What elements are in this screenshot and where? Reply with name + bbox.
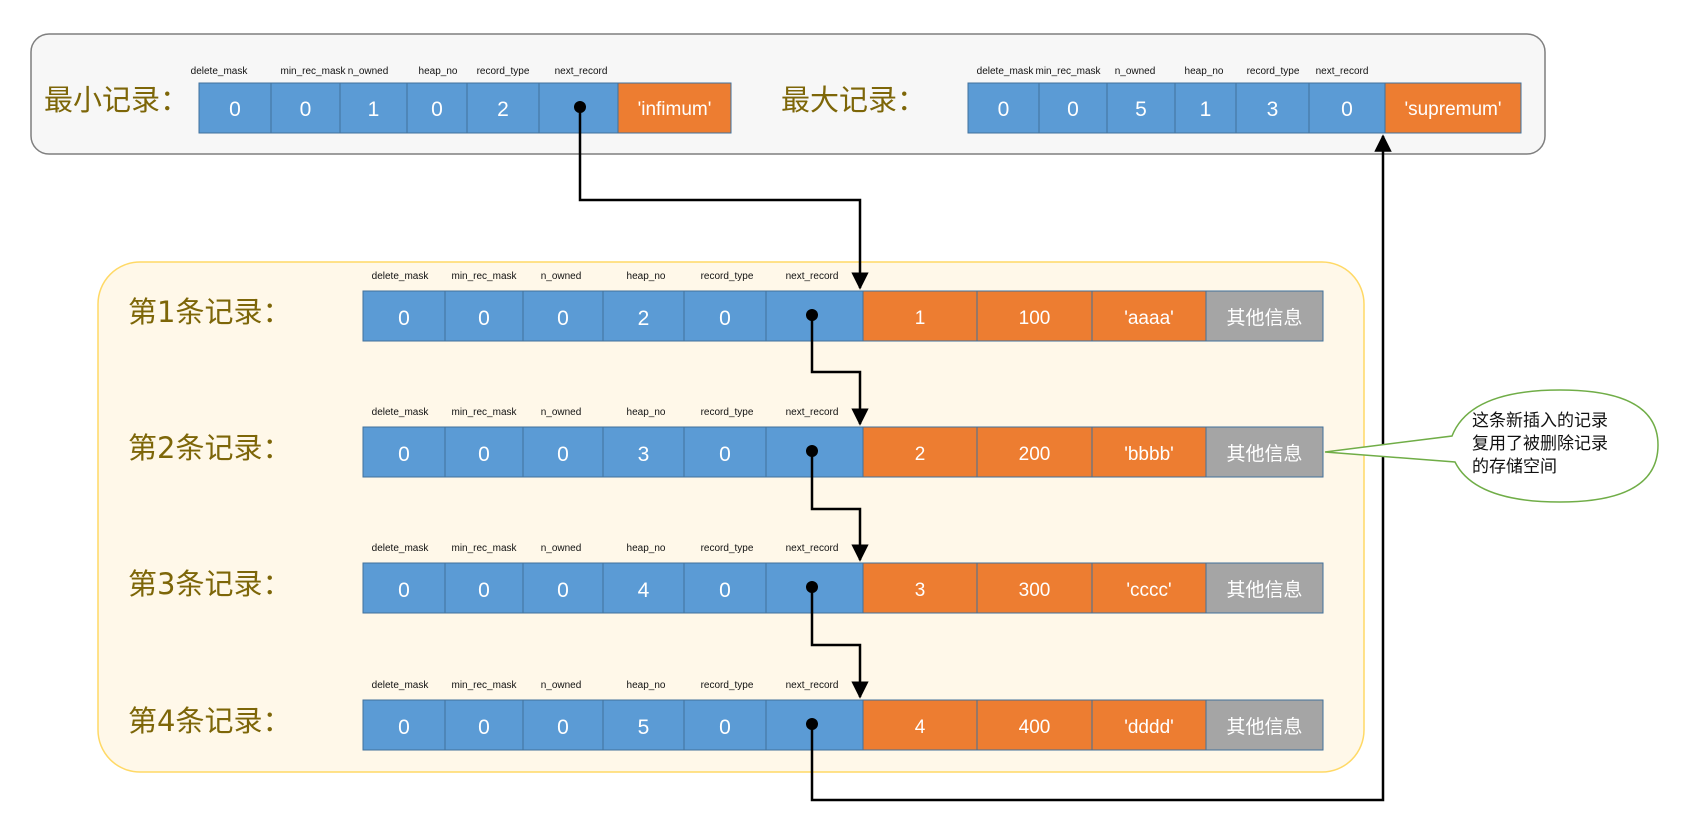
- record-header-next_record: next_record: [786, 543, 839, 554]
- record-header-record_type: record_type: [701, 271, 754, 282]
- record-header-value: 0: [478, 307, 490, 330]
- record-label: 第3条记录：: [128, 567, 291, 601]
- max-header-heap_no: heap_no: [1185, 66, 1224, 77]
- record-header-min_rec_mask: min_rec_mask: [451, 271, 517, 282]
- record-header-heap_no: heap_no: [627, 407, 666, 418]
- record-header-value: 0: [398, 307, 410, 330]
- record-header-min_rec_mask: min_rec_mask: [451, 680, 517, 691]
- max-header-value: 5: [1135, 98, 1147, 121]
- min-header-min_rec_mask: min_rec_mask: [280, 66, 346, 77]
- min-header-record_type: record_type: [477, 66, 530, 77]
- record-data-value: 100: [1019, 308, 1051, 329]
- min-header-value: 2: [497, 98, 509, 121]
- record-header-delete_mask: delete_mask: [372, 543, 430, 554]
- record-header-next_record: next_record: [786, 407, 839, 418]
- max-data-value: 'supremum': [1404, 99, 1501, 120]
- min-data-value: 'infimum': [638, 99, 712, 120]
- record-header-value: 0: [398, 443, 410, 466]
- record-header-min_rec_mask: min_rec_mask: [451, 407, 517, 418]
- max-header-record_type: record_type: [1247, 66, 1300, 77]
- record-header-value: 0: [478, 716, 490, 739]
- record-header-value: 0: [719, 307, 731, 330]
- max-header-next_record: next_record: [1316, 66, 1369, 77]
- max-header-min_rec_mask: min_rec_mask: [1035, 66, 1101, 77]
- record-data-value: 4: [915, 717, 926, 738]
- min-header-heap_no: heap_no: [419, 66, 458, 77]
- record-header-value: 4: [638, 579, 650, 602]
- record-header-delete_mask: delete_mask: [372, 407, 430, 418]
- max-header-n_owned: n_owned: [1115, 66, 1156, 77]
- record-other-info-value: 其他信息: [1226, 716, 1302, 738]
- max-header-value: 1: [1200, 98, 1212, 121]
- max-record-label: 最大记录：: [781, 83, 926, 117]
- record-data-value: 1: [915, 308, 926, 329]
- record-data-value: 200: [1019, 444, 1051, 465]
- record-header-value: 5: [638, 716, 650, 739]
- record-other-info-value: 其他信息: [1226, 307, 1302, 329]
- min-header-delete_mask: delete_mask: [191, 66, 249, 77]
- record-header-value: 0: [557, 307, 569, 330]
- record-header-value: 3: [638, 443, 650, 466]
- min-record-label: 最小记录：: [44, 83, 189, 117]
- record-header-next_record: next_record: [786, 271, 839, 282]
- record-data-value: 2: [915, 444, 926, 465]
- record-header-next_record: next_record: [786, 680, 839, 691]
- record-header-value: 0: [719, 579, 731, 602]
- record-data-value: 'cccc': [1126, 580, 1171, 601]
- max-header-value: 0: [1341, 98, 1353, 121]
- record-header-n_owned: n_owned: [541, 680, 582, 691]
- record-header-value: 0: [478, 579, 490, 602]
- min-header-next_record: next_record: [555, 66, 608, 77]
- min-header-value: 0: [300, 98, 312, 121]
- min-header-value: 0: [431, 98, 443, 121]
- max-header-delete_mask: delete_mask: [977, 66, 1035, 77]
- record-header-value: 0: [557, 716, 569, 739]
- record-data-value: 'bbbb': [1124, 444, 1174, 465]
- record-header-value: 0: [719, 443, 731, 466]
- record-header-min_rec_mask: min_rec_mask: [451, 543, 517, 554]
- min-header-n_owned: n_owned: [348, 66, 389, 77]
- record-header-heap_no: heap_no: [627, 543, 666, 554]
- min-header-value: 0: [229, 98, 241, 121]
- record-header-n_owned: n_owned: [541, 407, 582, 418]
- record-header-value: 0: [398, 716, 410, 739]
- callout: 这条新插入的记录 复用了被删除记录 的存储空间: [1324, 389, 1659, 503]
- record-data-value: 3: [915, 580, 926, 601]
- record-header-delete_mask: delete_mask: [372, 680, 430, 691]
- record-header-record_type: record_type: [701, 407, 754, 418]
- record-data-value: 400: [1019, 717, 1051, 738]
- max-header-value: 0: [1067, 98, 1079, 121]
- record-data-value: 'aaaa': [1124, 308, 1174, 329]
- record-data-value: 300: [1019, 580, 1051, 601]
- record-header-value: 0: [557, 579, 569, 602]
- record-header-value: 0: [719, 716, 731, 739]
- max-header-value: 0: [998, 98, 1010, 121]
- record-header-delete_mask: delete_mask: [372, 271, 430, 282]
- min-header-value: 1: [368, 98, 380, 121]
- record-header-n_owned: n_owned: [541, 271, 582, 282]
- callout-line-2: 复用了被删除记录: [1472, 434, 1608, 454]
- record-header-record_type: record_type: [701, 543, 754, 554]
- record-linked-list-diagram: 最小记录： delete_mask min_rec_mask n_owned heap…: [30, 33, 1659, 802]
- max-header-value: 3: [1267, 98, 1279, 121]
- record-data-value: 'dddd': [1124, 717, 1174, 738]
- record-header-heap_no: heap_no: [627, 271, 666, 282]
- record-other-info-value: 其他信息: [1226, 443, 1302, 465]
- record-header-value: 2: [638, 307, 650, 330]
- callout-line-1: 这条新插入的记录: [1472, 411, 1608, 431]
- record-label: 第2条记录：: [128, 431, 291, 465]
- record-header-value: 0: [557, 443, 569, 466]
- record-header-record_type: record_type: [701, 680, 754, 691]
- record-header-value: 0: [478, 443, 490, 466]
- record-other-info-value: 其他信息: [1226, 579, 1302, 601]
- record-header-heap_no: heap_no: [627, 680, 666, 691]
- record-label: 第4条记录：: [128, 704, 291, 738]
- record-header-value: 0: [398, 579, 410, 602]
- callout-line-3: 的存储空间: [1472, 457, 1557, 477]
- record-header-n_owned: n_owned: [541, 543, 582, 554]
- record-label: 第1条记录：: [128, 295, 291, 329]
